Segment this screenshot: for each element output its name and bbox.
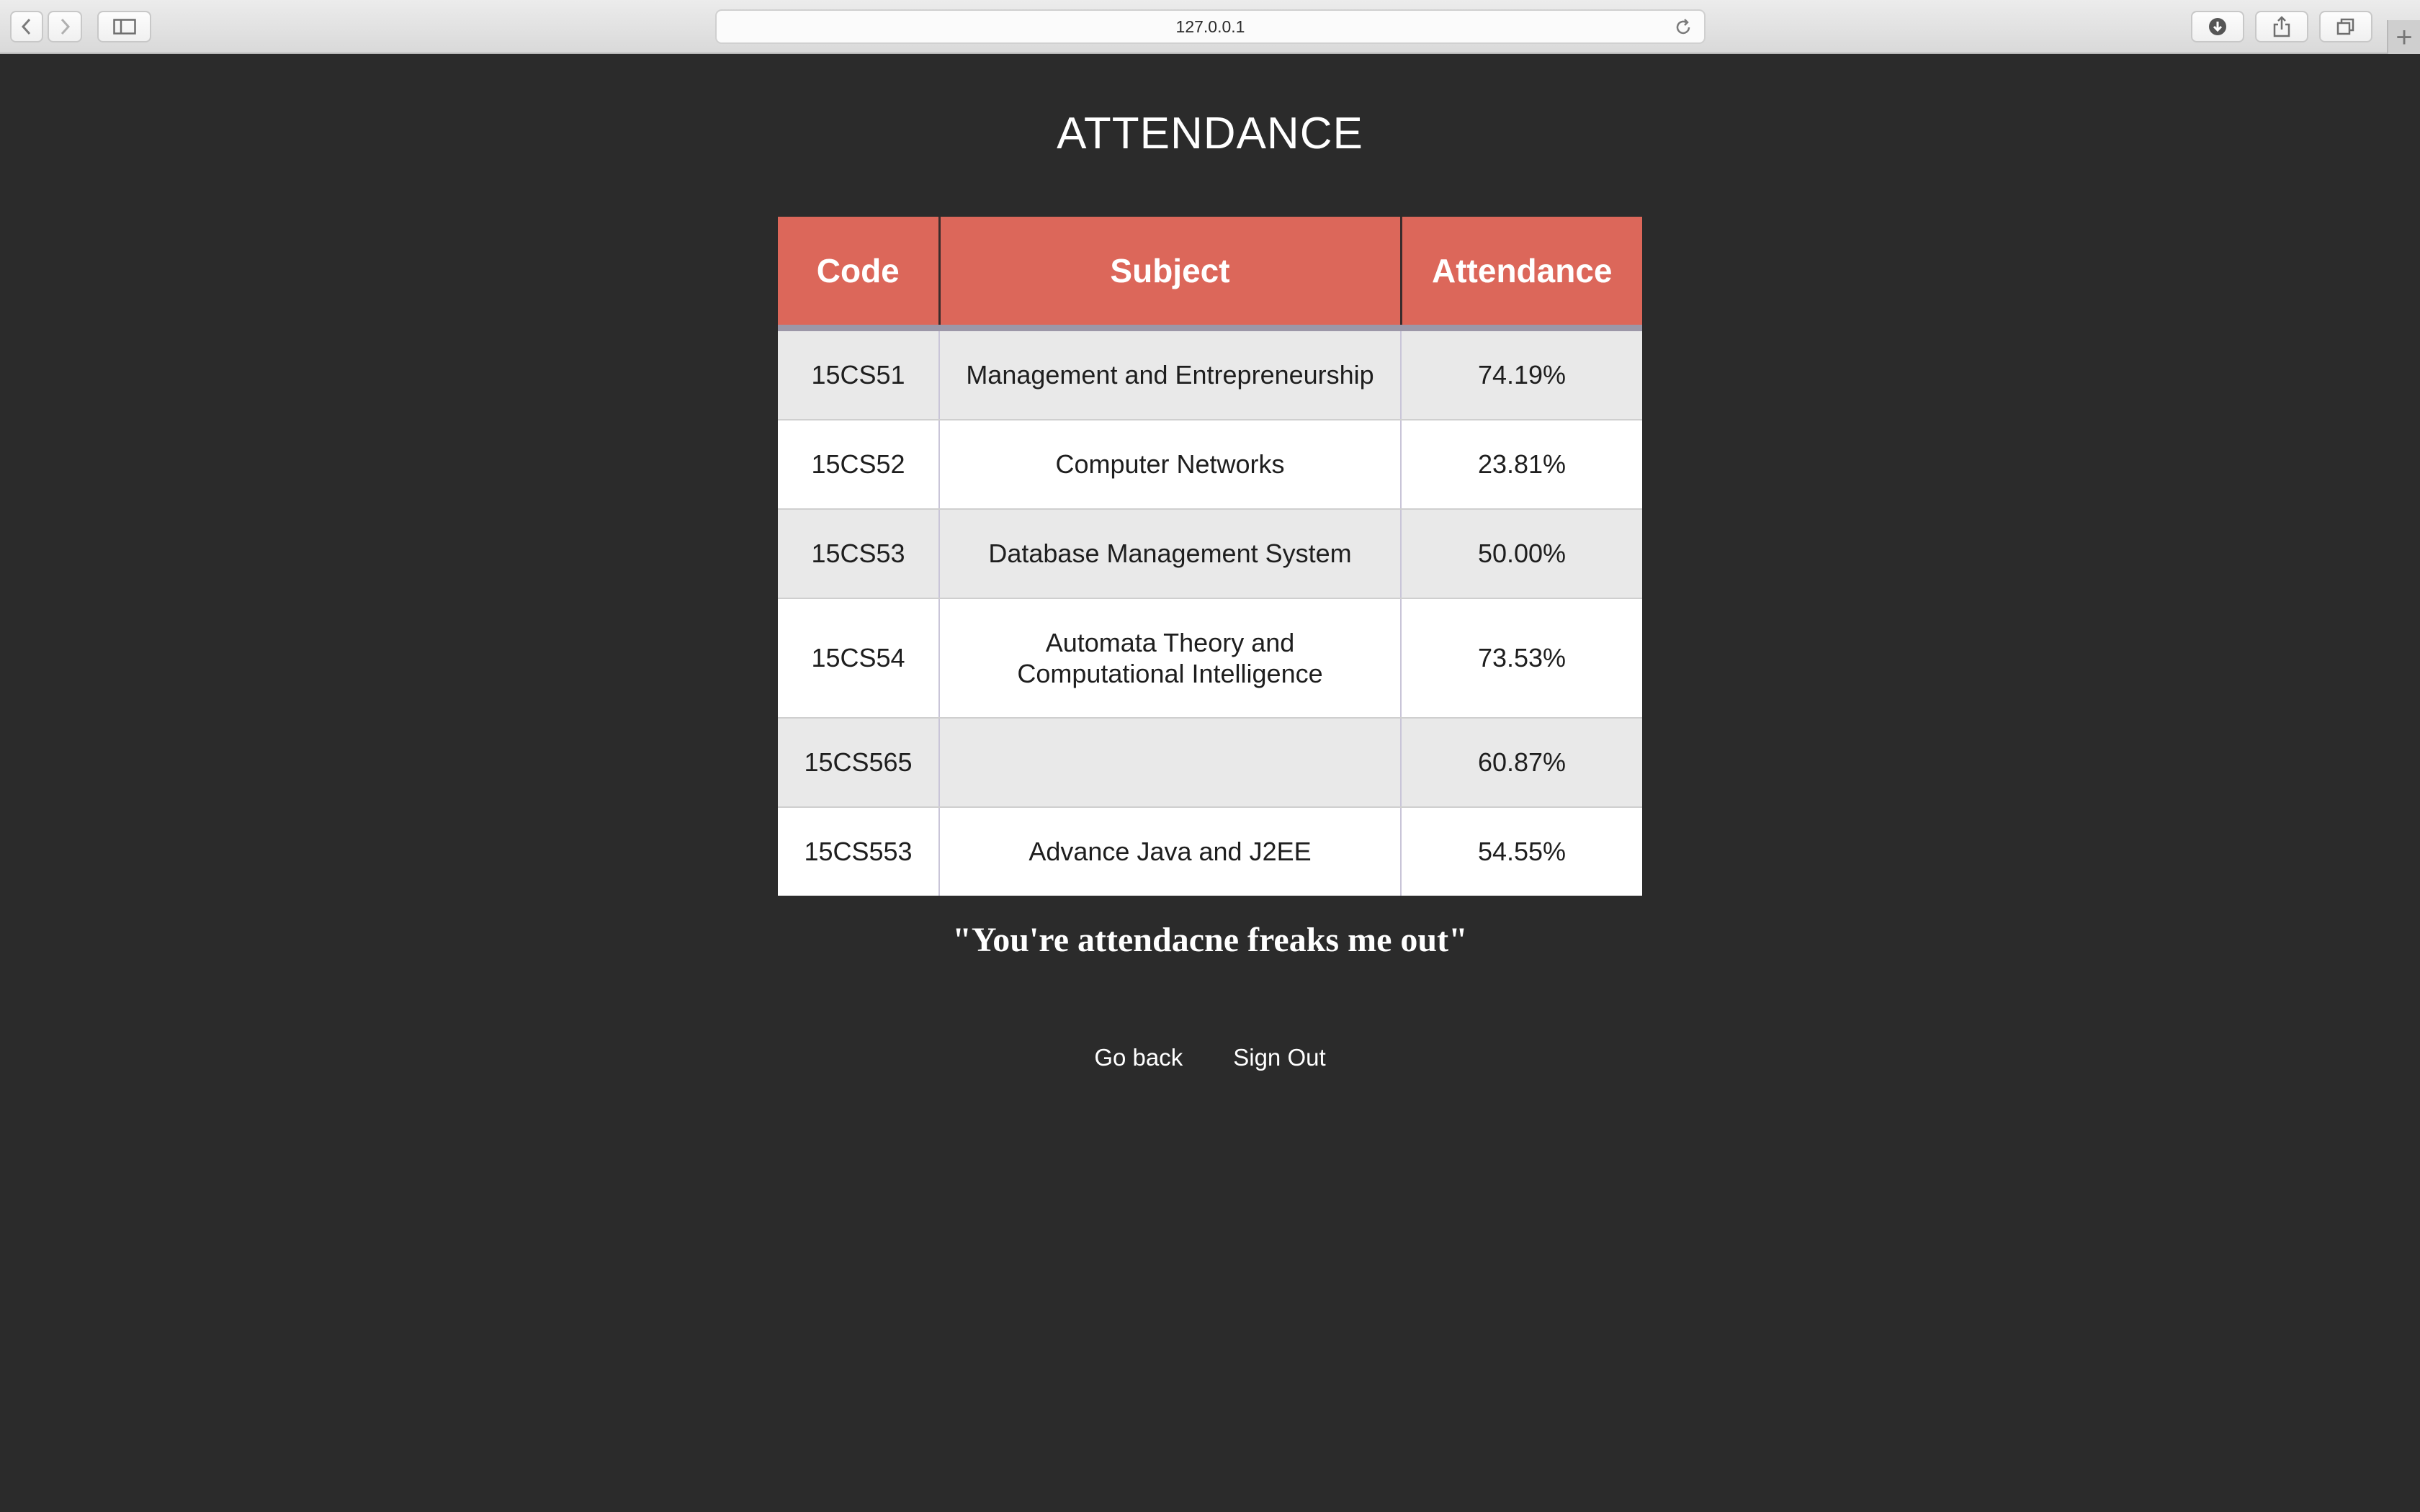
back-button[interactable] [10, 11, 43, 42]
cell-attendance: 23.81% [1400, 420, 1642, 510]
cell-attendance: 54.55% [1400, 807, 1642, 896]
share-icon [2273, 16, 2290, 37]
cell-code: 15CS53 [778, 509, 940, 599]
cell-subject: Automata Theory and Computational Intell… [938, 598, 1402, 719]
cell-subject: Advance Java and J2EE [938, 807, 1402, 896]
go-back-link[interactable]: Go back [1094, 1044, 1183, 1071]
table-row: 15CS52 Computer Networks 23.81% [778, 420, 1642, 510]
cell-attendance: 74.19% [1400, 328, 1642, 420]
cell-subject [938, 718, 1402, 808]
downloads-button[interactable] [2191, 11, 2244, 42]
share-button[interactable] [2255, 11, 2308, 42]
tabs-icon [2336, 18, 2354, 35]
cell-subject: Management and Entrepreneurship [938, 328, 1402, 420]
header-code: Code [778, 217, 941, 331]
cell-code: 15CS565 [778, 718, 940, 808]
new-tab-button[interactable]: + [2387, 20, 2420, 54]
cell-code: 15CS553 [778, 807, 940, 896]
cell-subject: Database Management System [938, 509, 1402, 599]
cell-subject: Computer Networks [938, 420, 1402, 510]
plus-icon: + [2396, 21, 2413, 53]
quote-text: "You're attendacne freaks me out" [952, 921, 1468, 959]
forward-button[interactable] [48, 11, 82, 42]
header-subject: Subject [938, 217, 1402, 331]
url-text: 127.0.0.1 [1175, 17, 1245, 36]
chevron-left-icon [21, 18, 31, 35]
sidebar-toggle-button[interactable] [97, 11, 151, 42]
footer-links: Go back Sign Out [0, 1044, 2420, 1071]
attendance-table: Code Subject Attendance 15CS51 Managemen… [778, 217, 1642, 896]
chevron-right-icon [60, 18, 71, 35]
sign-out-link[interactable]: Sign Out [1233, 1044, 1325, 1071]
table-row: 15CS553 Advance Java and J2EE 54.55% [778, 807, 1642, 896]
table-header-row: Code Subject Attendance [778, 217, 1642, 331]
cell-attendance: 60.87% [1400, 718, 1642, 808]
table-row: 15CS51 Management and Entrepreneurship 7… [778, 328, 1642, 420]
cell-code: 15CS54 [778, 598, 940, 719]
tab-overview-button[interactable] [2319, 11, 2372, 42]
header-attendance: Attendance [1399, 217, 1642, 331]
cell-attendance: 73.53% [1400, 598, 1642, 719]
table-row: 15CS54 Automata Theory and Computational… [778, 598, 1642, 719]
address-bar[interactable]: 127.0.0.1 [715, 9, 1706, 44]
sidebar-icon [112, 19, 136, 35]
reload-icon[interactable] [1674, 18, 1693, 37]
cell-code: 15CS52 [778, 420, 940, 510]
table-row: 15CS53 Database Management System 50.00% [778, 509, 1642, 599]
table-row: 15CS565 60.87% [778, 718, 1642, 808]
cell-code: 15CS51 [778, 328, 940, 420]
page-title: ATTENDANCE [1057, 109, 1363, 158]
download-icon [2209, 18, 2226, 35]
cell-attendance: 50.00% [1400, 509, 1642, 599]
browser-toolbar: 127.0.0.1 + [0, 0, 2420, 54]
